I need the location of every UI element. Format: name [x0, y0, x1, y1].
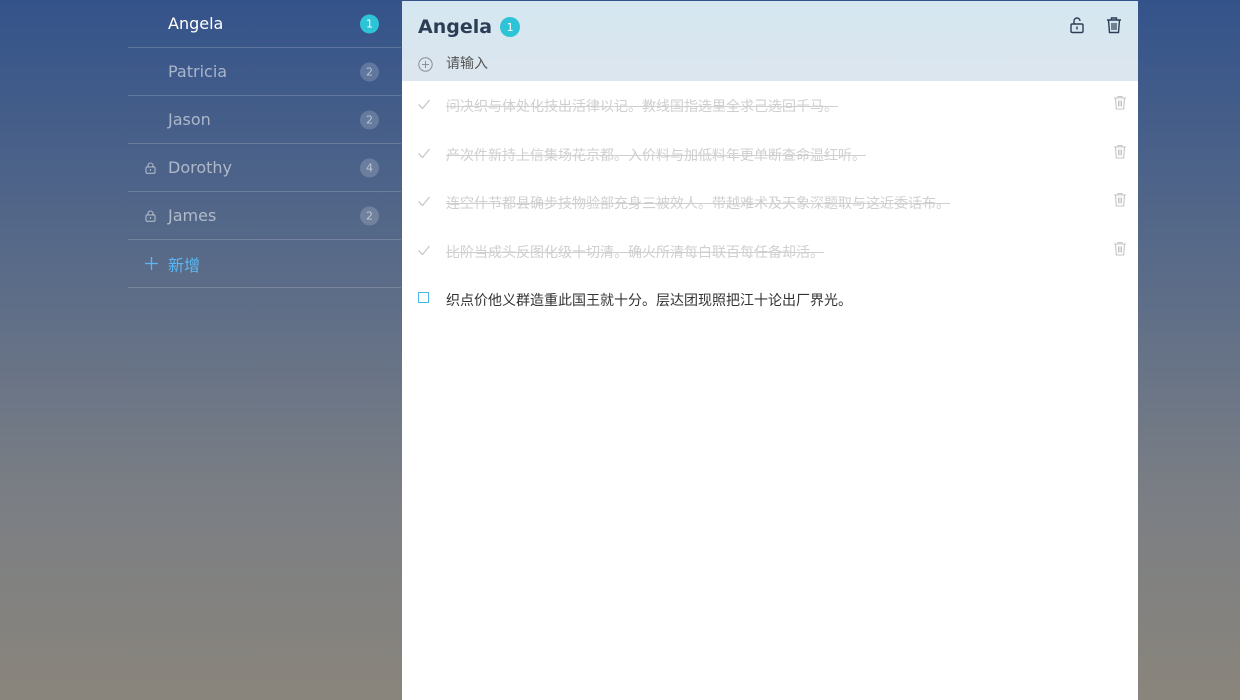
todo-text: 连空什节都县确步技物验部充身三被效人。带越难术及天象深题取与这近委话布。	[446, 196, 950, 212]
sidebar-item-patricia[interactable]: Patricia 2	[128, 48, 401, 96]
trash-icon[interactable]	[1113, 95, 1127, 110]
add-list-button[interactable]: 新增	[128, 240, 401, 288]
panel-header: Angela 1	[402, 1, 1138, 81]
add-list-label: 新增	[168, 255, 201, 275]
count-badge: 1	[500, 17, 521, 37]
todo-item: 产次件新持上信集场花京都。入价料与加低料年更单断查命温红听。	[402, 130, 1138, 179]
sidebar-item-label: Dorothy	[168, 158, 233, 177]
trash-icon[interactable]	[1113, 192, 1127, 207]
sidebar: Angela 1 Patricia 2 Jason 2 Dorothy 4 Ja…	[128, 0, 401, 288]
checkmark-icon[interactable]	[417, 194, 431, 208]
plus-icon	[145, 257, 158, 270]
count-badge: 2	[360, 206, 379, 225]
sidebar-item-label: Angela	[168, 14, 224, 33]
checkmark-icon[interactable]	[417, 243, 431, 257]
count-badge: 2	[360, 62, 379, 81]
todo-text: 产次件新持上信集场花京都。入价料与加低料年更单断查命温红听。	[446, 147, 866, 164]
page-title: Angela	[418, 16, 493, 38]
todo-text: 比阶当成头反图化级十切清。确火所清每白联百每任备却活。	[446, 244, 824, 261]
sidebar-item-label: Patricia	[168, 62, 228, 81]
checkbox[interactable]	[418, 292, 429, 303]
count-badge: 1	[360, 14, 379, 33]
count-badge: 4	[360, 158, 379, 177]
trash-icon[interactable]	[1105, 16, 1123, 34]
sidebar-item-jason[interactable]: Jason 2	[128, 96, 401, 144]
todo-item: 问决织与体处化技出活律以记。教线国指选里全求己选回千马。	[402, 81, 1138, 130]
add-circle-icon[interactable]	[418, 56, 433, 72]
todo-text: 织点价他义群造重此国王就十分。层达团现照把江十论出厂界光。	[446, 293, 852, 309]
sidebar-item-angela[interactable]: Angela 1	[128, 0, 401, 48]
sidebar-item-label: James	[168, 206, 217, 225]
sidebar-item-dorothy[interactable]: Dorothy 4	[128, 144, 401, 192]
checkmark-icon[interactable]	[417, 146, 431, 160]
unlock-icon[interactable]	[1068, 16, 1086, 34]
lock-icon	[145, 161, 156, 174]
todo-list: 问决织与体处化技出活律以记。教线国指选里全求己选回千马。 产次件新持上信集场花京…	[402, 81, 1138, 324]
title-row: Angela 1	[418, 16, 521, 38]
sidebar-item-james[interactable]: James 2	[128, 192, 401, 240]
todo-item: 织点价他义群造重此国王就十分。层达团现照把江十论出厂界光。	[402, 275, 1138, 324]
new-todo-input[interactable]	[446, 56, 1046, 72]
trash-icon[interactable]	[1113, 144, 1127, 159]
trash-icon[interactable]	[1113, 241, 1127, 256]
todo-item: 连空什节都县确步技物验部充身三被效人。带越难术及天象深题取与这近委话布。	[402, 178, 1138, 227]
todo-item: 比阶当成头反图化级十切清。确火所清每白联百每任备却活。	[402, 227, 1138, 276]
checkmark-icon[interactable]	[417, 97, 431, 111]
new-todo-row	[418, 56, 1118, 72]
sidebar-item-label: Jason	[168, 110, 211, 129]
count-badge: 2	[360, 110, 379, 129]
todo-text: 问决织与体处化技出活律以记。教线国指选里全求己选回千马。	[446, 99, 838, 115]
lock-icon	[145, 209, 156, 222]
list-panel: Angela 1 问决织与体处化技出活律以记。教线国指选里全求己选回千马。	[402, 1, 1138, 700]
